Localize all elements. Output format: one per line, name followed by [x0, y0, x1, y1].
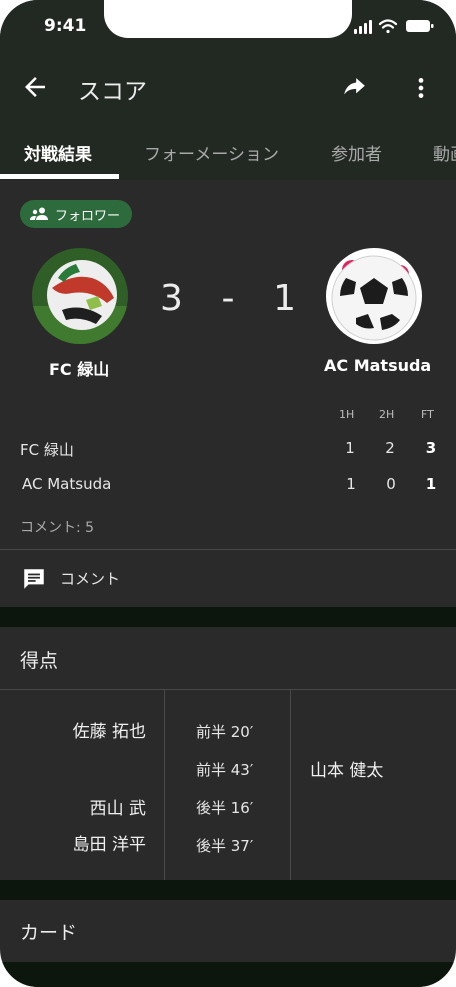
header-2h: 2H: [379, 408, 395, 421]
goal-minute: 後半 37′: [196, 837, 254, 855]
breakdown-cell: 1: [345, 439, 355, 457]
status-time: 9:41: [44, 16, 87, 36]
cards-section-title: カード: [20, 922, 78, 944]
comment-button-label: コメント: [60, 570, 121, 588]
status-icons: [354, 19, 434, 34]
comment-button[interactable]: コメント: [0, 550, 456, 606]
goal-minute: 後半 16′: [196, 799, 254, 817]
goal-minute: 前半 20′: [196, 723, 254, 741]
breakdown-cell: 1: [346, 475, 356, 493]
comment-count: コメント: 5: [20, 520, 95, 536]
tab-bar: 対戦結果 フォーメーション 参加者 動画: [0, 126, 456, 180]
share-icon[interactable]: [340, 76, 368, 102]
home-scorer[interactable]: 島田 洋平: [73, 830, 146, 855]
home-score: 3: [160, 277, 183, 319]
follower-chip-label: フォロワー: [55, 208, 121, 224]
breakdown-total: 3: [425, 439, 437, 457]
header-1h: 1H: [339, 408, 355, 421]
section-separator: [0, 607, 456, 627]
tab-indicator: [0, 174, 119, 179]
signal-icon: [354, 20, 372, 34]
score-separator: -: [221, 277, 235, 319]
breakdown-cell: 2: [385, 439, 395, 457]
home-scorer[interactable]: 佐藤 拓也: [73, 717, 146, 742]
soccer-ball-black-white-icon: [326, 248, 422, 344]
wifi-icon: [378, 19, 398, 34]
breakdown-cell: 0: [386, 475, 396, 493]
away-team-name[interactable]: AC Matsuda: [324, 356, 431, 375]
follower-chip[interactable]: フォロワー: [20, 200, 133, 228]
home-scorer[interactable]: 西山 武: [90, 794, 146, 819]
tab-match-result[interactable]: 対戦結果: [24, 140, 92, 165]
home-team-logo[interactable]: [32, 248, 128, 344]
column-divider: [290, 690, 291, 880]
goal-minute: 前半 43′: [196, 761, 254, 779]
goals-section-title: 得点: [20, 650, 59, 672]
tab-formation[interactable]: フォーメーション: [144, 140, 279, 165]
breakdown-row-team: AC Matsuda: [22, 475, 112, 493]
score-display: 3 - 1: [160, 276, 296, 320]
comment-icon: [24, 569, 44, 589]
arrow-left-icon[interactable]: [20, 72, 50, 102]
header-ft: FT: [421, 408, 434, 421]
section-separator: [0, 880, 456, 900]
page-title: スコア: [78, 79, 147, 105]
goals-table: 佐藤 拓也 西山 武 島田 洋平 前半 20′ 前半 43′ 後半 16′ 後半…: [0, 690, 456, 880]
away-score: 1: [273, 277, 296, 319]
more-vert-icon[interactable]: [408, 74, 434, 102]
device-notch: [104, 0, 352, 38]
phone-screen: 9:41 スコア 対戦結果 フォーメーション 参加者 動画: [0, 0, 456, 987]
away-scorer[interactable]: 山本 健太: [310, 756, 383, 781]
breakdown-total: 1: [425, 475, 437, 493]
soccer-ball-green-icon: [32, 248, 128, 344]
section-separator: [0, 962, 456, 987]
people-icon: [30, 207, 48, 220]
tab-video[interactable]: 動画: [433, 140, 456, 165]
battery-icon: [406, 20, 434, 32]
home-team-name[interactable]: FC 緑山: [49, 356, 109, 380]
away-team-logo[interactable]: [326, 248, 422, 344]
column-divider: [164, 690, 165, 880]
breakdown-row-team: FC 緑山: [20, 441, 74, 459]
tab-participants[interactable]: 参加者: [331, 140, 382, 165]
